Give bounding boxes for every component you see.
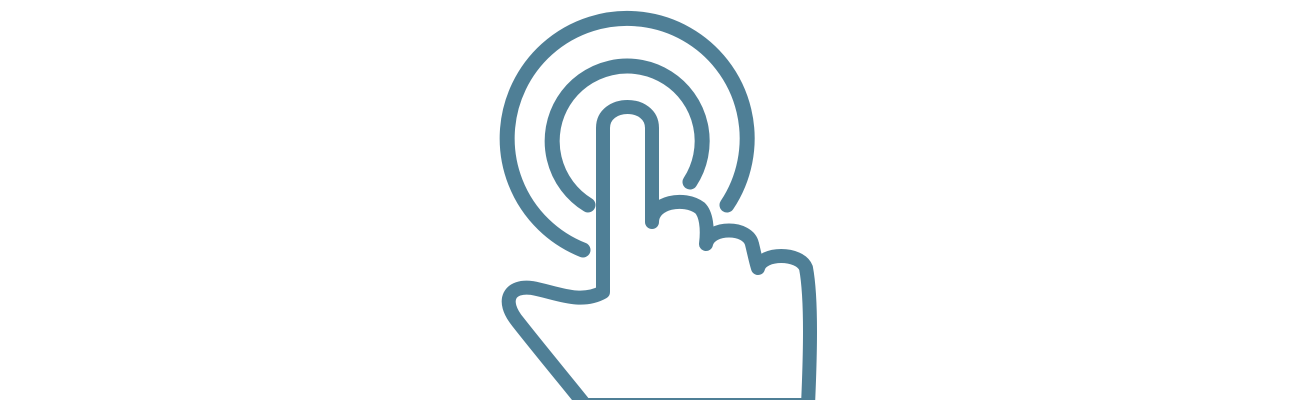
inner-ring-arc xyxy=(544,58,710,213)
tap-gesture-svg xyxy=(499,11,817,400)
icon-canvas xyxy=(0,0,1300,400)
tap-gesture-icon xyxy=(0,0,1300,400)
